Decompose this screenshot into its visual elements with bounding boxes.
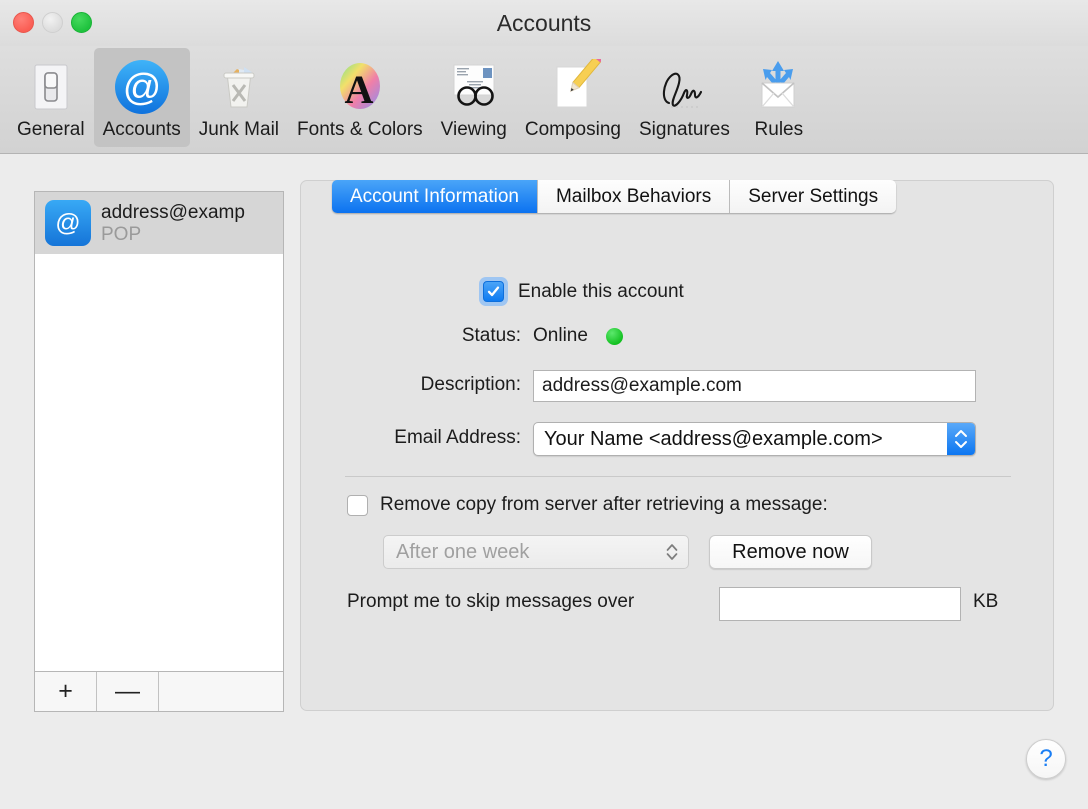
remove-after-value: After one week [396, 541, 529, 564]
tab-label: Mailbox Behaviors [556, 186, 711, 208]
accounts-list[interactable]: @ address@examp POP [35, 192, 283, 671]
enable-account-label: Enable this account [518, 281, 684, 303]
enable-account-checkbox[interactable] [483, 281, 504, 302]
remove-now-button[interactable]: Remove now [709, 535, 872, 569]
accounts-list-panel: @ address@examp POP + — [34, 191, 284, 712]
skip-messages-label: Prompt me to skip messages over [347, 591, 634, 613]
accounts-buttons-filler [159, 672, 283, 711]
account-detail-tabs: Account Information Mailbox Behaviors Se… [332, 180, 896, 213]
toolbar-label: Rules [755, 119, 804, 141]
tab-label: Account Information [350, 186, 519, 208]
pencil-paper-icon [542, 56, 604, 118]
tab-account-information[interactable]: Account Information [332, 180, 538, 213]
account-type: POP [101, 224, 245, 246]
skip-messages-unit-wrap: KB [973, 591, 998, 613]
at-sign-account-icon: @ [45, 200, 91, 246]
eyeglasses-icon [443, 56, 505, 118]
window-title: Accounts [0, 10, 1088, 37]
email-address-label: Email Address: [394, 427, 521, 449]
general-switch-icon [20, 56, 82, 118]
toolbar-label: Fonts & Colors [297, 119, 423, 141]
checkmark-icon [486, 284, 501, 299]
status-indicator-dot [606, 328, 623, 345]
tab-label: Server Settings [748, 186, 878, 208]
tab-server-settings[interactable]: Server Settings [730, 180, 896, 213]
question-mark-icon: ? [1039, 745, 1052, 773]
font-color-wheel-icon: A [329, 56, 391, 118]
enable-account-row: Enable this account [479, 277, 684, 306]
at-sign-account-icon: @ [111, 56, 173, 118]
chevron-up-icon [954, 429, 968, 438]
account-detail-pane: Enable this account Status: Online Descr… [300, 180, 1054, 711]
toolbar-item-viewing[interactable]: Viewing [432, 48, 516, 147]
trash-can-icon [208, 56, 270, 118]
toolbar-item-composing[interactable]: Composing [516, 48, 630, 147]
description-value: address@example.com [542, 375, 742, 397]
chevron-down-icon [954, 440, 968, 449]
preferences-body: Enable this account Status: Online Descr… [0, 155, 1088, 809]
envelope-arrows-icon [748, 56, 810, 118]
toolbar-label: Composing [525, 119, 621, 141]
remove-copy-label: Remove copy from server after retrieving… [380, 494, 828, 516]
status-label: Status: [462, 325, 521, 347]
skip-messages-row: Prompt me to skip messages over [347, 591, 634, 613]
toolbar-item-signatures[interactable]: Signatures [630, 48, 739, 147]
enable-account-focus-ring [479, 277, 508, 306]
accounts-preferences-window: Accounts General [0, 0, 1088, 809]
popup-arrows-icon [666, 544, 678, 561]
toolbar-label: Accounts [103, 119, 181, 141]
remove-after-popup[interactable]: After one week [383, 535, 689, 569]
title-bar: Accounts [0, 0, 1088, 46]
remove-copy-row: Remove copy from server after retrieving… [347, 494, 828, 516]
add-account-label: + [58, 677, 73, 706]
toolbar-item-general[interactable]: General [8, 48, 94, 147]
account-name: address@examp [101, 201, 245, 224]
help-button[interactable]: ? [1026, 739, 1066, 779]
status-value: Online [533, 325, 588, 347]
toolbar-label: Signatures [639, 119, 730, 141]
remove-copy-checkbox[interactable] [347, 495, 368, 516]
accounts-list-buttons: + — [35, 671, 283, 711]
skip-messages-input[interactable] [719, 587, 961, 621]
remove-account-label: — [115, 677, 140, 706]
email-address-stepper[interactable] [947, 423, 975, 455]
add-account-button[interactable]: + [35, 672, 97, 711]
svg-text:@: @ [55, 209, 80, 237]
toolbar-label: General [17, 119, 85, 141]
section-divider [345, 476, 1011, 477]
skip-messages-unit: KB [973, 591, 998, 613]
description-label-wrap: Description: [301, 374, 521, 396]
signature-icon [653, 56, 715, 118]
account-list-item[interactable]: @ address@examp POP [35, 192, 283, 254]
toolbar-item-junk-mail[interactable]: Junk Mail [190, 48, 288, 147]
svg-text:A: A [344, 67, 373, 112]
status-label-wrap: Status: [301, 325, 521, 347]
account-list-item-text: address@examp POP [101, 201, 245, 246]
toolbar-item-rules[interactable]: Rules [739, 48, 819, 147]
status-value-row: Online [533, 325, 623, 347]
description-input[interactable]: address@example.com [533, 370, 976, 402]
svg-text:@: @ [122, 67, 161, 109]
remove-account-button[interactable]: — [97, 672, 159, 711]
description-label: Description: [421, 374, 521, 396]
toolbar-item-accounts[interactable]: @ Accounts [94, 48, 190, 147]
tab-mailbox-behaviors[interactable]: Mailbox Behaviors [538, 180, 730, 213]
toolbar-item-fonts-colors[interactable]: A Fonts & Colors [288, 48, 432, 147]
email-address-combobox[interactable]: Your Name <address@example.com> [533, 422, 976, 456]
email-address-value: Your Name <address@example.com> [544, 428, 883, 451]
preferences-toolbar: General @ Accounts [0, 46, 1088, 154]
email-label-wrap: Email Address: [301, 427, 521, 449]
remove-now-label: Remove now [732, 541, 849, 564]
toolbar-label: Viewing [441, 119, 507, 141]
toolbar-label: Junk Mail [199, 119, 279, 141]
